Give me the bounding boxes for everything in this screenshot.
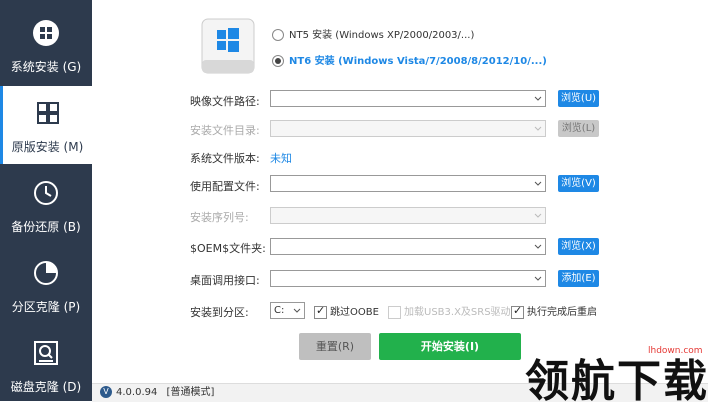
sidebar-item-label: 分区克隆 (P) [11,300,81,314]
version-value: 未知 [270,152,292,165]
sidebar-item-label: 系统安装 (G) [10,60,82,74]
install-dir-label: 安装文件目录: [190,124,260,137]
checkbox-box[interactable] [314,304,327,319]
desktop-interface-combo[interactable] [270,270,546,287]
chevron-down-icon [534,181,542,186]
reset-button[interactable]: 重置(R) [299,333,371,360]
image-path-label: 映像文件路径: [190,95,260,108]
checkbox-box[interactable] [388,305,401,319]
browse-config-button[interactable]: 浏览(V) [558,175,599,192]
sidebar-item-disk-clone[interactable]: 磁盘克隆 (D) [0,326,92,404]
browse-image-button[interactable]: 浏览(U) [558,90,599,107]
sidebar-item-original-install[interactable]: 原版安装 (M) [0,86,92,164]
skip-oobe-checkbox[interactable]: 跳过OOBE [314,303,379,319]
checkbox-box[interactable] [511,304,524,319]
add-interface-button[interactable]: 添加(E) [558,270,599,287]
sidebar-item-backup-restore[interactable]: 备份还原 (B) [0,166,92,244]
mode-text: [普通模式] [166,387,215,398]
serial-label: 安装序列号: [190,211,249,224]
chevron-down-icon [534,126,542,131]
version-text: 4.0.0.94 [116,387,158,398]
windows-grid-icon [33,20,59,46]
install-dir-combo[interactable] [270,120,546,137]
start-install-button[interactable]: 开始安装(I) [379,333,521,360]
partition-label: 安装到分区: [190,306,249,319]
windows-drive-icon [201,18,255,74]
disk-search-icon [34,341,58,365]
radio-button[interactable] [272,29,284,41]
restart-checkbox[interactable]: 执行完成后重启 [511,303,597,319]
version-badge-icon: V [100,386,112,398]
chevron-down-icon [534,96,542,101]
browse-oem-button[interactable]: 浏览(X) [558,238,599,255]
load-driver-label: 加载USB3.X及SRS驱动 [404,307,511,318]
image-path-combo[interactable] [270,90,546,107]
sidebar-item-label: 备份还原 (B) [11,220,81,234]
sidebar-item-label: 磁盘克隆 (D) [10,380,82,394]
sidebar-item-system-install[interactable]: 系统安装 (G) [0,6,92,84]
desktop-interface-label: 桌面调用接口: [190,274,260,287]
nt5-label: NT5 安装 (Windows XP/2000/2003/...) [289,30,475,41]
skip-oobe-label: 跳过OOBE [330,307,379,318]
watermark-url: lhdown.com [648,346,703,356]
partition-select[interactable]: C: [270,302,305,319]
main-panel: NT5 安装 (Windows XP/2000/2003/...) NT6 安装… [92,0,708,401]
load-driver-checkbox[interactable]: 加载USB3.X及SRS驱动 [388,303,511,319]
restart-label: 执行完成后重启 [527,307,597,318]
chevron-down-icon [293,308,301,313]
nt6-label: NT6 安装 (Windows Vista/7/2008/8/2012/10/.… [289,56,547,67]
version-label: 系统文件版本: [190,152,260,165]
partition-value: C: [274,305,285,316]
sidebar-item-label: 原版安装 (M) [11,140,84,154]
nt5-install-option[interactable]: NT5 安装 (Windows XP/2000/2003/...) [272,26,474,41]
windows-logo-icon [36,102,59,124]
nt6-install-option[interactable]: NT6 安装 (Windows Vista/7/2008/8/2012/10/.… [272,52,547,67]
serial-combo[interactable] [270,207,546,224]
oem-label: $OEM$文件夹: [190,242,266,255]
config-combo[interactable] [270,175,546,192]
sidebar: 系统安装 (G) 原版安装 (M) 备份还原 (B) 分区克隆 (P) 磁盘克隆… [0,0,92,401]
chevron-down-icon [534,213,542,218]
sidebar-item-partition-clone[interactable]: 分区克隆 (P) [0,246,92,324]
oem-combo[interactable] [270,238,546,255]
browse-dir-button[interactable]: 浏览(L) [558,120,599,137]
config-label: 使用配置文件: [190,180,260,193]
radio-button[interactable] [272,55,284,67]
pie-chart-icon [34,261,58,285]
clock-restore-icon [34,181,58,205]
chevron-down-icon [534,276,542,281]
chevron-down-icon [534,244,542,249]
